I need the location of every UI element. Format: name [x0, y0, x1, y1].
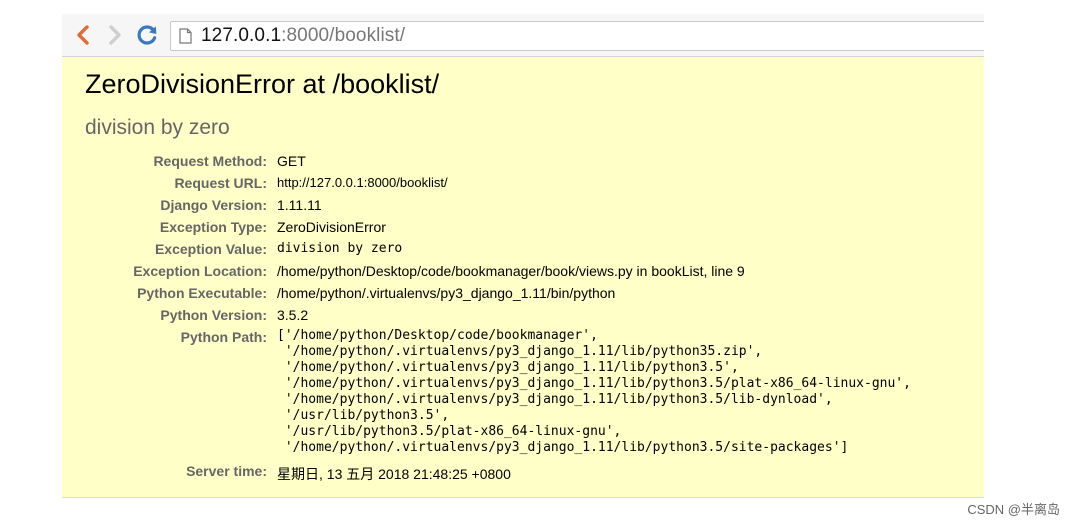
- url-text[interactable]: 127.0.0.1:8000/booklist/: [201, 25, 405, 47]
- meta-label: Python Path:: [180, 329, 267, 345]
- python-path-line: '/home/python/.virtualenvs/py3_django_1.…: [277, 392, 833, 407]
- page-icon: [179, 28, 193, 44]
- python-path-list: ['/home/python/Desktop/code/bookmanager'…: [277, 328, 911, 456]
- python-path-line: '/usr/lib/python3.5/plat-x86_64-linux-gn…: [277, 424, 622, 439]
- address-bar[interactable]: 127.0.0.1:8000/booklist/: [170, 21, 984, 51]
- python-path-line: '/home/python/.virtualenvs/py3_django_1.…: [277, 360, 739, 375]
- meta-value: ZeroDivisionError: [277, 219, 386, 235]
- python-path-line: ['/home/python/Desktop/code/bookmanager'…: [277, 328, 598, 343]
- meta-value: /home/python/.virtualenvs/py3_django_1.1…: [277, 285, 616, 301]
- reload-icon: [137, 25, 157, 45]
- forward-arrow-icon: [109, 25, 121, 45]
- back-arrow-icon: [77, 25, 89, 45]
- browser-toolbar: 127.0.0.1:8000/booklist/: [62, 14, 984, 57]
- meta-label: Exception Location:: [133, 263, 267, 279]
- error-summary: ZeroDivisionError at /booklist/ division…: [62, 57, 984, 498]
- meta-value: http://127.0.0.1:8000/booklist/: [277, 175, 448, 190]
- meta-label: Exception Type:: [159, 219, 267, 235]
- meta-label: Python Version:: [160, 307, 267, 323]
- meta-value: division by zero: [277, 241, 403, 256]
- error-subtitle: division by zero: [85, 116, 230, 139]
- meta-value: /home/python/Desktop/code/bookmanager/bo…: [277, 263, 745, 279]
- back-button[interactable]: [70, 22, 96, 48]
- meta-label: Request URL:: [174, 175, 267, 191]
- meta-value: 3.5.2: [277, 307, 309, 323]
- meta-label: Server time:: [186, 463, 267, 479]
- watermark: CSDN @半离岛: [967, 502, 1060, 517]
- forward-button[interactable]: [102, 22, 128, 48]
- meta-label: Request Method:: [153, 153, 267, 169]
- meta-value: GET: [277, 153, 306, 169]
- error-title: ZeroDivisionError at /booklist/: [85, 69, 440, 99]
- python-path-line: '/home/python/.virtualenvs/py3_django_1.…: [277, 344, 763, 359]
- python-path-line: '/home/python/.virtualenvs/py3_django_1.…: [277, 376, 911, 391]
- python-path-line: '/usr/lib/python3.5',: [277, 408, 450, 423]
- meta-value: 星期日, 13 五月 2018 21:48:25 +0800: [277, 466, 511, 482]
- meta-label: Python Executable:: [137, 285, 267, 301]
- url-host: 127.0.0.1: [201, 25, 282, 46]
- reload-button[interactable]: [134, 22, 160, 48]
- meta-label: Django Version:: [160, 197, 267, 213]
- python-path-line: '/home/python/.virtualenvs/py3_django_1.…: [277, 440, 849, 455]
- meta-value: 1.11.11: [277, 197, 322, 213]
- url-path: :8000/booklist/: [281, 25, 406, 46]
- meta-label: Exception Value:: [154, 241, 267, 257]
